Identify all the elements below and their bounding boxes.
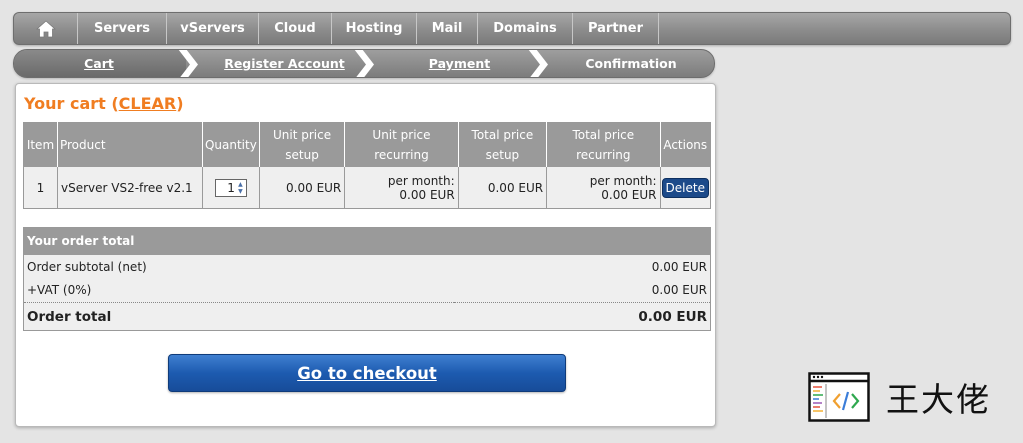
step-payment[interactable]: Payment <box>372 50 547 77</box>
clear-cart-link[interactable]: CLEAR <box>119 94 177 113</box>
row-item: 1 <box>23 166 58 209</box>
step-cart[interactable]: Cart <box>14 50 184 77</box>
delete-button[interactable]: Delete <box>661 177 709 198</box>
step-register-account[interactable]: Register Account <box>197 50 372 77</box>
row-unit-recurring: per month: 0.00 EUR <box>344 166 459 209</box>
total-recurring-value: 0.00 EUR <box>601 187 657 202</box>
nav-servers[interactable]: Servers <box>78 13 167 44</box>
step-confirmation: Confirmation <box>585 56 677 71</box>
stepper-arrows[interactable]: ▲ ▼ <box>236 181 245 195</box>
home-icon <box>35 19 56 37</box>
subtotal-label: Order subtotal (net) <box>23 254 455 279</box>
code-window-icon <box>808 372 870 422</box>
cart-title-close: ) <box>176 94 184 113</box>
row-actions: Delete <box>659 166 711 209</box>
cart-panel: Your cart (CLEAR) Item Product Quantity … <box>15 83 716 427</box>
subtotal-row: Order subtotal (net) 0.00 EUR <box>23 254 711 279</box>
total-value: 0.00 EUR <box>454 302 711 331</box>
unit-recurring-value: 0.00 EUR <box>399 187 455 202</box>
step-separator-icon <box>178 50 198 77</box>
subtotal-value: 0.00 EUR <box>454 254 711 279</box>
quantity-value: 1 <box>227 180 235 195</box>
nav-domains[interactable]: Domains <box>478 13 573 44</box>
nav-partner[interactable]: Partner <box>573 13 659 44</box>
main-nav: Servers vServers Cloud Hosting Mail Doma… <box>13 12 1011 45</box>
unit-recurring-label: per month: <box>387 173 455 188</box>
col-unit-recurring: Unit price recurring <box>344 122 459 167</box>
col-actions: Actions <box>659 122 711 167</box>
chevron-down-icon[interactable]: ▼ <box>236 188 245 195</box>
step-separator-icon <box>528 50 548 77</box>
col-total-recurring: Total price recurring <box>546 122 660 167</box>
quantity-stepper[interactable]: 1 ▲ ▼ <box>214 178 247 197</box>
col-quantity: Quantity <box>201 122 260 167</box>
row-total-setup: 0.00 EUR <box>457 166 547 209</box>
order-total-table: Your order total Order subtotal (net) 0.… <box>23 227 711 331</box>
col-product: Product <box>56 122 203 167</box>
total-label: Order total <box>23 302 455 331</box>
step-separator-icon <box>354 50 374 77</box>
row-quantity-cell: 1 ▲ ▼ <box>201 166 260 209</box>
order-total-header: Your order total <box>23 227 711 255</box>
vat-value: 0.00 EUR <box>454 278 711 303</box>
nav-cloud[interactable]: Cloud <box>259 13 332 44</box>
col-total-setup: Total price setup <box>457 122 547 167</box>
watermark-text: 王大佬 <box>886 380 991 419</box>
checkout-button[interactable]: Go to checkout <box>168 354 566 392</box>
cart-table-header: Item Product Quantity Unit price setup U… <box>23 122 711 167</box>
nav-mail[interactable]: Mail <box>417 13 478 44</box>
row-unit-setup: 0.00 EUR <box>258 166 345 209</box>
vat-label: +VAT (0%) <box>23 278 455 303</box>
total-recurring-label: per month: <box>589 173 657 188</box>
home-button[interactable] <box>14 13 78 44</box>
nav-vservers[interactable]: vServers <box>167 13 259 44</box>
cart-title-text: Your cart ( <box>24 94 119 113</box>
row-product: vServer VS2-free v2.1 <box>56 166 203 209</box>
table-row: 1 vServer VS2-free v2.1 1 ▲ ▼ 0.00 EUR p… <box>23 166 711 209</box>
vat-row: +VAT (0%) 0.00 EUR <box>23 278 711 303</box>
watermark: 王大佬 <box>808 372 991 422</box>
checkout-steps: Cart Register Account Payment Confirmati… <box>13 49 715 78</box>
cart-table: Item Product Quantity Unit price setup U… <box>23 122 711 209</box>
row-total-recurring: per month: 0.00 EUR <box>546 166 660 209</box>
chevron-up-icon[interactable]: ▲ <box>236 181 245 188</box>
cart-title: Your cart (CLEAR) <box>24 94 184 113</box>
grand-total-row: Order total 0.00 EUR <box>23 302 711 331</box>
col-unit-setup: Unit price setup <box>258 122 345 167</box>
nav-hosting[interactable]: Hosting <box>332 13 417 44</box>
col-item: Item <box>23 122 58 167</box>
